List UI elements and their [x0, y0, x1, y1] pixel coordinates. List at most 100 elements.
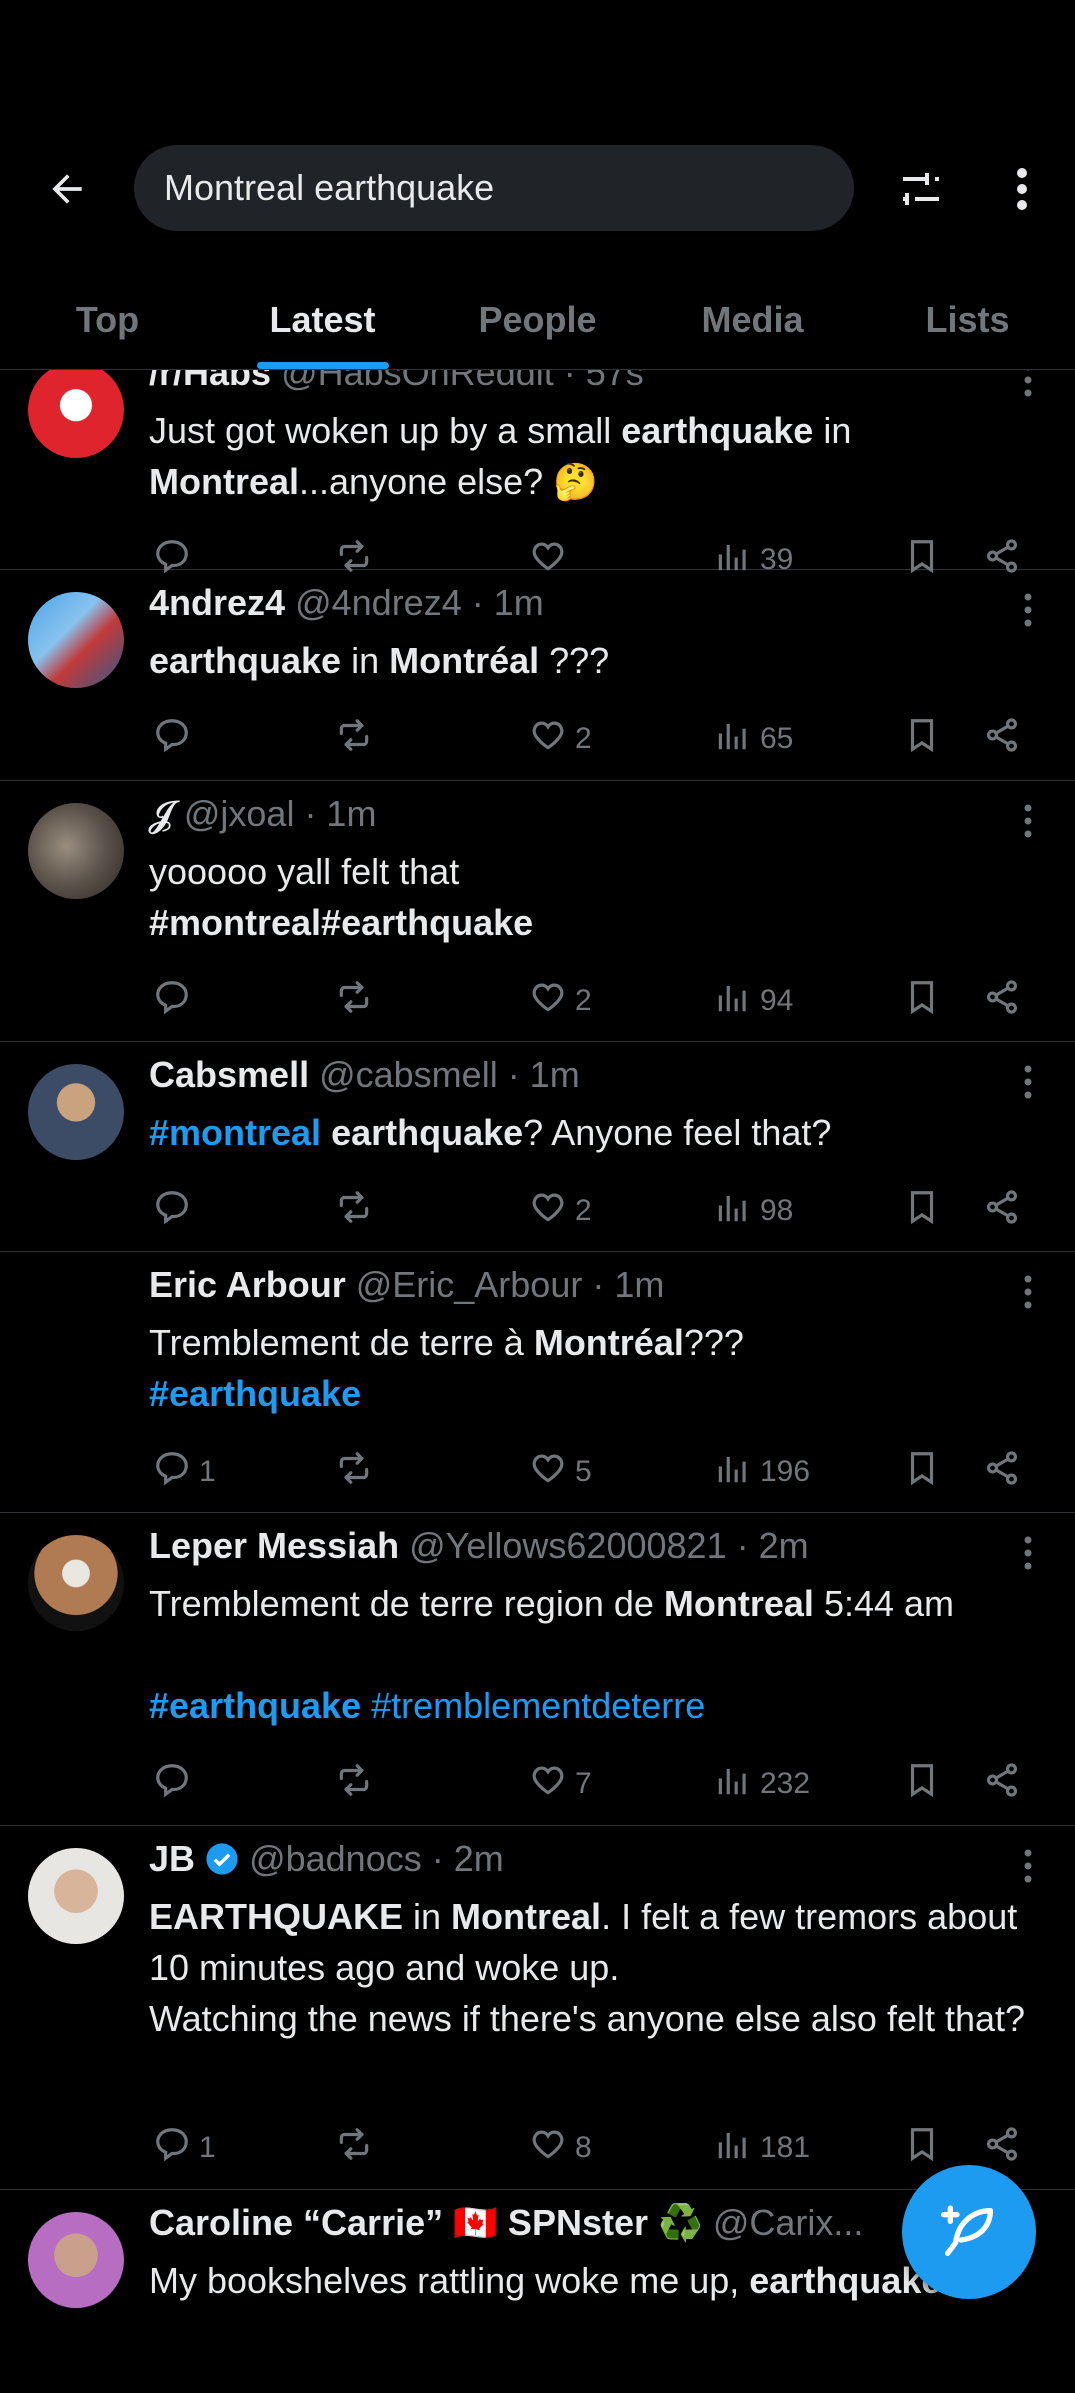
retweet-button[interactable]: [335, 1186, 381, 1236]
tweet-header: Cabsmell @cabsmell · 1m: [149, 1054, 580, 1096]
like-button[interactable]: 2: [529, 714, 592, 764]
tab-media[interactable]: Media: [645, 270, 860, 369]
share-icon: [983, 2125, 1021, 2171]
tweet-more-button[interactable]: [1023, 1064, 1035, 1100]
tab-people[interactable]: People: [430, 270, 645, 369]
heart-icon: [529, 1449, 567, 1495]
tweet-more-button[interactable]: [1023, 1535, 1035, 1571]
search-input[interactable]: Montreal earthquake: [134, 145, 854, 231]
display-name[interactable]: Caroline “Carrie” 🇨🇦 SPNster ♻️: [149, 2202, 703, 2243]
avatar[interactable]: [28, 803, 124, 899]
tweet-more-button[interactable]: [1023, 803, 1035, 839]
bookmark-button[interactable]: [903, 1186, 941, 1236]
tweet-actions: 7 232: [149, 1759, 1045, 1809]
share-button[interactable]: [983, 1759, 1021, 1809]
like-button[interactable]: 8: [529, 2123, 592, 2173]
reply-button[interactable]: 1: [153, 1447, 216, 1497]
like-button[interactable]: 2: [529, 1186, 592, 1236]
tweet-item[interactable]: /r/Habs @HabsOnReddit · 57s Just got wok…: [0, 370, 1075, 576]
share-button[interactable]: [983, 1447, 1021, 1497]
views-button[interactable]: 65: [714, 714, 793, 764]
bookmark-button[interactable]: [903, 714, 941, 764]
tweet-item[interactable]: Leper Messiah @Yellows62000821 · 2m Trem…: [0, 1513, 1075, 1826]
display-name[interactable]: JB: [149, 1838, 195, 1879]
reply-button[interactable]: [153, 1759, 199, 1809]
back-button[interactable]: [38, 160, 96, 218]
tweet-more-button[interactable]: [1023, 592, 1035, 628]
tweet-item[interactable]: JB @badnocs · 2m EARTHQUAKE in Montreal.…: [0, 1826, 1075, 2190]
display-name[interactable]: /r/Habs: [149, 370, 271, 393]
avatar[interactable]: [28, 2212, 124, 2308]
reply-button[interactable]: [153, 714, 199, 764]
tweet-header: Caroline “Carrie” 🇨🇦 SPNster ♻️ @Carix..…: [149, 2202, 863, 2244]
like-button[interactable]: 5: [529, 1447, 592, 1497]
tab-latest[interactable]: Latest: [215, 270, 430, 369]
retweet-button[interactable]: [335, 2123, 381, 2173]
reply-icon: [153, 978, 191, 1024]
tweet-item[interactable]: 4ndrez4 @4ndrez4 · 1m earthquake in Mont…: [0, 570, 1075, 781]
avatar[interactable]: [28, 1064, 124, 1160]
bookmark-button[interactable]: [903, 2123, 941, 2173]
tweet-item[interactable]: Cabsmell @cabsmell · 1m #montreal earthq…: [0, 1042, 1075, 1252]
display-name[interactable]: 𝒥: [149, 793, 174, 834]
tweet-item[interactable]: 𝒥 @jxoal · 1m yooooo yall felt that #mont…: [0, 781, 1075, 1042]
avatar[interactable]: [28, 1848, 124, 1944]
views-button[interactable]: 232: [714, 1759, 810, 1809]
views-button[interactable]: 98: [714, 1186, 793, 1236]
avatar[interactable]: [28, 1274, 124, 1370]
tab-top[interactable]: Top: [0, 270, 215, 369]
tweet-actions: 2 65: [149, 714, 1045, 764]
tweet-text: Tremblement de terre region de Montreal …: [149, 1583, 955, 1726]
avatar[interactable]: [28, 370, 124, 458]
display-name[interactable]: Cabsmell: [149, 1054, 309, 1095]
display-name[interactable]: Eric Arbour: [149, 1264, 346, 1305]
reply-button[interactable]: 1: [153, 2123, 216, 2173]
reply-icon: [153, 1188, 191, 1234]
tweet-text: EARTHQUAKE in Montreal. I felt a few tre…: [149, 1896, 1026, 2039]
compose-tweet-button[interactable]: [902, 2165, 1036, 2299]
retweet-button[interactable]: [335, 1759, 381, 1809]
bookmark-button[interactable]: [903, 976, 941, 1026]
tweet-more-button[interactable]: [1023, 1848, 1035, 1884]
more-vertical-icon: [1024, 1065, 1032, 1099]
tweet-more-button[interactable]: [1023, 1274, 1035, 1310]
avatar[interactable]: [28, 592, 124, 688]
share-button[interactable]: [983, 1186, 1021, 1236]
tweet-actions: 2 94: [149, 976, 1045, 1026]
retweet-button[interactable]: [335, 1447, 381, 1497]
tweet-item[interactable]: Eric Arbour @Eric_Arbour · 1m Tremblemen…: [0, 1252, 1075, 1513]
tab-lists[interactable]: Lists: [860, 270, 1075, 369]
share-button[interactable]: [983, 714, 1021, 764]
tweet-actions: 1 8 181: [149, 2123, 1045, 2173]
bookmark-icon: [903, 978, 941, 1024]
search-filter-button[interactable]: [890, 158, 952, 220]
handle-and-time: @Carix...: [712, 2202, 864, 2243]
reply-button[interactable]: [153, 976, 199, 1026]
tweet-text: Tremblement de terre à Montréal??? #earth…: [149, 1322, 744, 1414]
display-name[interactable]: 4ndrez4: [149, 582, 285, 623]
share-button[interactable]: [983, 976, 1021, 1026]
retweet-button[interactable]: [335, 714, 381, 764]
reply-button[interactable]: [153, 1186, 199, 1236]
like-count: 5: [575, 1455, 592, 1488]
bookmark-button[interactable]: [903, 1447, 941, 1497]
reply-count: 1: [199, 2131, 216, 2164]
views-button[interactable]: 94: [714, 976, 793, 1026]
sliders-icon: [903, 173, 939, 205]
views-button[interactable]: 196: [714, 1447, 810, 1497]
bookmark-button[interactable]: [903, 1759, 941, 1809]
more-options-button[interactable]: [1000, 158, 1044, 220]
heart-icon: [529, 1188, 567, 1234]
tweet-more-button[interactable]: [1023, 370, 1035, 398]
like-button[interactable]: 2: [529, 976, 592, 1026]
share-button[interactable]: [983, 2123, 1021, 2173]
display-name[interactable]: Leper Messiah: [149, 1525, 399, 1566]
reply-icon: [153, 1761, 191, 1807]
like-button[interactable]: 7: [529, 1759, 592, 1809]
avatar[interactable]: [28, 1535, 124, 1631]
retweet-button[interactable]: [335, 976, 381, 1026]
views-button[interactable]: 181: [714, 2123, 810, 2173]
reply-icon: [153, 2125, 191, 2171]
heart-icon: [529, 1761, 567, 1807]
bar-chart-icon: [714, 1188, 752, 1234]
